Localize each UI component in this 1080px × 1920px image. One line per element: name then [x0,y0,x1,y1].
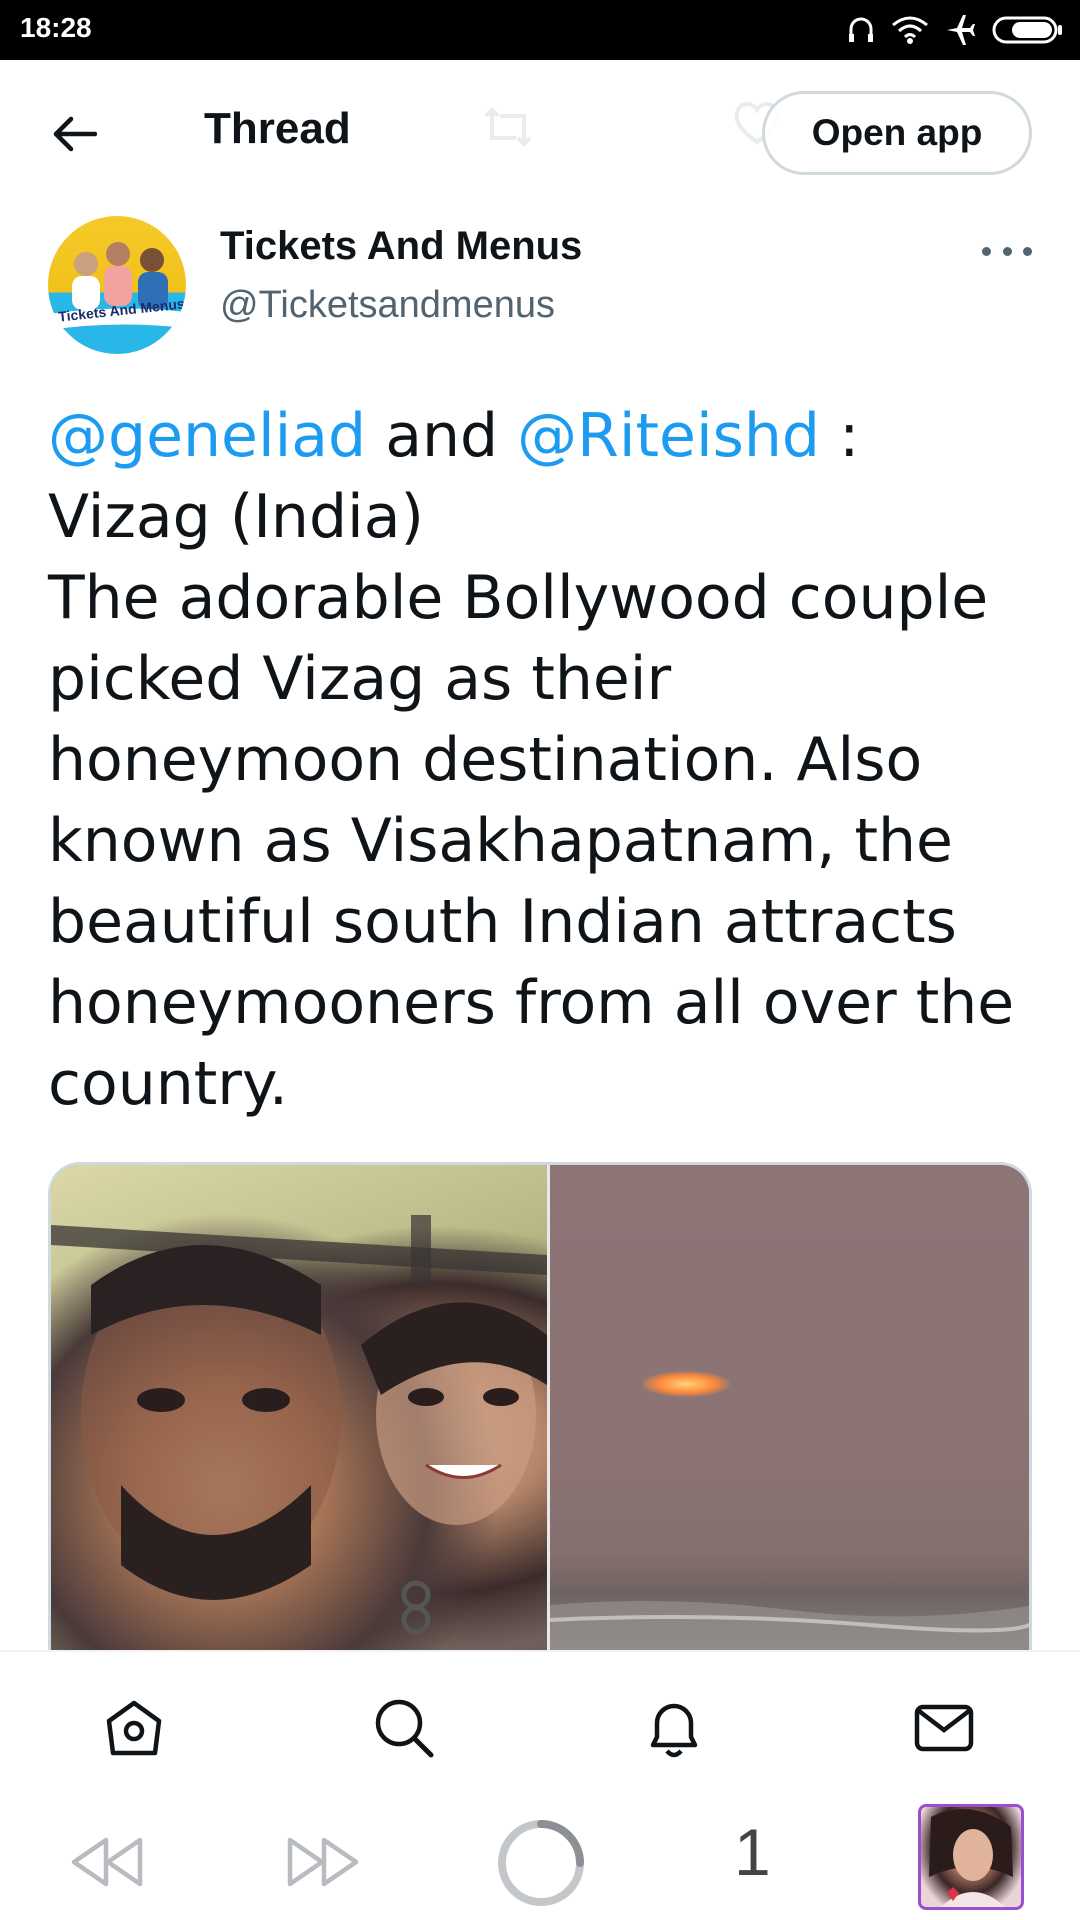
couple-selfie-image [51,1165,547,1662]
open-app-button[interactable]: Open app [762,91,1032,175]
browser-back-button[interactable] [68,1834,144,1894]
more-dot-icon [1023,246,1032,256]
mention-link[interactable]: @geneliad [48,401,366,471]
more-options-button[interactable] [982,236,1032,266]
tweet-text-fragment: and [366,401,518,471]
wifi-icon [890,15,930,45]
thread-header: Thread Open app [0,60,1080,210]
airplane-mode-icon [944,14,978,46]
tab-thumbnail[interactable] [918,1804,1024,1910]
status-bar: 18:28 [0,0,1080,60]
search-icon [371,1695,437,1765]
battery-icon [992,15,1064,45]
tweet-text: @geneliad and @Riteishd : Vizag (India) … [48,396,1038,1125]
status-time: 18:28 [20,12,92,43]
arrow-left-icon [51,114,98,158]
messages-icon [911,1695,977,1765]
nav-notifications[interactable] [634,1690,714,1770]
sunset-beach-image [550,1165,1029,1662]
avatar[interactable]: Tickets And Menus [48,216,186,354]
nav-home[interactable] [94,1690,174,1770]
more-dot-icon [1002,246,1012,256]
nav-messages[interactable] [904,1690,984,1770]
headphones-icon [846,15,876,45]
notifications-icon [641,1695,707,1765]
nav-search[interactable] [364,1690,444,1770]
tabs-count[interactable]: 1 [734,1814,771,1890]
loading-icon [494,1816,588,1914]
tweet-media[interactable] [48,1162,1032,1662]
retweet-icon [482,102,534,156]
browser-reload-button[interactable] [494,1816,588,1914]
back-button[interactable] [46,108,102,164]
back-icon [68,1834,144,1894]
page-title: Thread [204,104,351,153]
home-icon [101,1695,167,1765]
tweet-body: The adorable Bollywood couple picked Viz… [48,563,1015,1119]
author-name[interactable]: Tickets And Menus [220,224,582,269]
more-dot-icon [982,246,991,256]
author-handle[interactable]: @Ticketsandmenus [220,284,555,327]
browser-forward-button[interactable] [286,1834,362,1894]
mention-link[interactable]: @Riteishd [517,401,820,471]
bottom-navigation [0,1650,1080,1808]
forward-icon [286,1834,362,1894]
